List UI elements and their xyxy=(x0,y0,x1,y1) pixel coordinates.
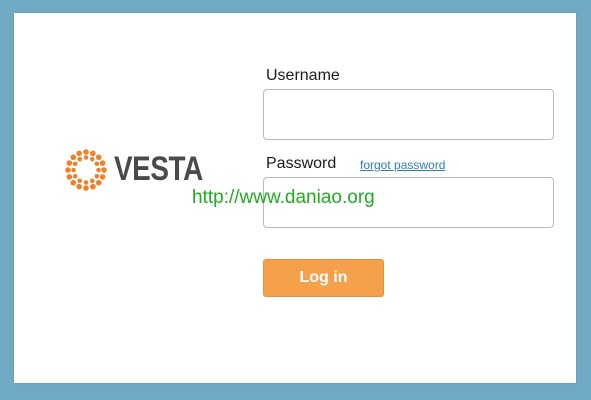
logo-dot xyxy=(90,183,96,190)
logo-dot xyxy=(95,154,102,161)
logo-dot xyxy=(99,160,106,166)
logo-text: VESTA xyxy=(114,150,203,188)
login-card: VESTA Username Password forgot password … xyxy=(14,13,576,383)
password-label: Password xyxy=(266,155,337,172)
logo-dot xyxy=(65,167,71,173)
logo-dot xyxy=(77,156,83,162)
logo-dot xyxy=(83,149,89,155)
watermark-text: http://www.daniao.org xyxy=(192,187,375,208)
logo-dot xyxy=(77,178,83,184)
logo-dot xyxy=(66,174,73,180)
logo-dot xyxy=(70,154,77,161)
logo-dot xyxy=(94,161,100,167)
logo-dot xyxy=(72,173,78,179)
logo-dot xyxy=(83,180,89,185)
logo-dot xyxy=(70,179,77,186)
logo-dot xyxy=(76,183,82,190)
logo-dot xyxy=(66,160,73,166)
logo-dot xyxy=(76,150,82,157)
logo-dot xyxy=(89,156,95,162)
username-input[interactable] xyxy=(263,89,554,140)
logo-dot xyxy=(95,179,102,186)
logo-dot xyxy=(99,174,106,180)
logo-dot xyxy=(101,167,107,173)
logo-dot xyxy=(83,155,89,160)
login-button[interactable]: Log in xyxy=(263,259,384,297)
forgot-password-link[interactable]: forgot password xyxy=(360,158,445,172)
vesta-logo-icon xyxy=(65,149,107,191)
logo-dot xyxy=(94,173,100,179)
logo-dot xyxy=(71,167,76,173)
logo-dot xyxy=(90,150,96,157)
logo-dot xyxy=(96,167,101,173)
logo-dot xyxy=(89,178,95,184)
username-label: Username xyxy=(266,67,340,84)
logo-dot xyxy=(72,161,78,167)
logo-dot xyxy=(83,185,89,191)
